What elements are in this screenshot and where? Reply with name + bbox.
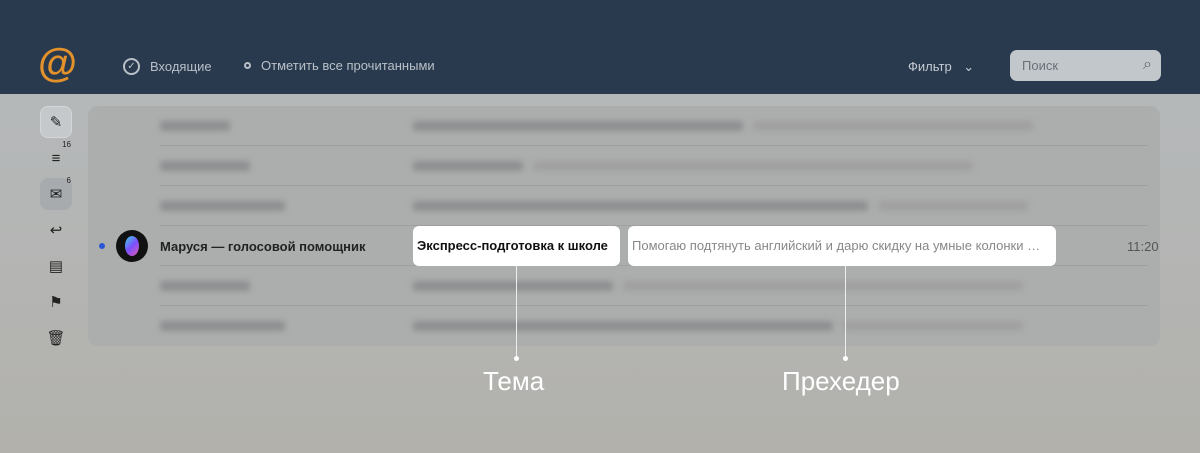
- sidebar-item-inbox[interactable]: ✉ 6: [40, 176, 72, 210]
- message-sender: Маруся — голосовой помощник: [160, 239, 366, 254]
- sidebar-item-trash[interactable]: 🗑: [40, 322, 72, 354]
- unread-dot-icon[interactable]: [99, 243, 105, 249]
- avatar: [116, 230, 148, 262]
- sidebar: ✎ ≡ 16 ✉ 6 ↩ ▤ ⚑ 🗑: [40, 106, 72, 358]
- list-item[interactable]: [88, 306, 1160, 346]
- search-input[interactable]: Поиск ⌕: [1010, 50, 1161, 81]
- spam-icon: ⚑: [49, 294, 63, 311]
- all-count-badge: 16: [62, 140, 71, 149]
- trash-icon: 🗑: [46, 330, 66, 347]
- sidebar-item-all[interactable]: ≡ 16: [40, 140, 72, 174]
- message-preheader[interactable]: Помогаю подтянуть английский и дарю скид…: [628, 226, 1056, 266]
- mail-logo-icon[interactable]: @: [38, 43, 77, 83]
- pencil-icon: ✎: [49, 114, 63, 131]
- subject-annotation: Тема: [483, 366, 545, 396]
- search-icon: ⌕: [1143, 56, 1152, 73]
- dot-icon: [244, 62, 251, 69]
- preheader-annotation: Прехедер: [782, 366, 900, 396]
- list-item[interactable]: [88, 106, 1160, 146]
- callout-dot: [514, 356, 519, 361]
- subject-callout-line: [516, 266, 517, 358]
- list-item[interactable]: [88, 266, 1160, 306]
- check-circle-icon: ✓: [123, 58, 140, 75]
- filter-dropdown[interactable]: Фильтр ⌄: [908, 59, 974, 75]
- sidebar-item-sent[interactable]: ↩: [40, 214, 72, 246]
- sidebar-item-drafts[interactable]: ▤: [40, 250, 72, 282]
- sidebar-item-spam[interactable]: ⚑: [40, 286, 72, 318]
- filter-label: Фильтр: [908, 59, 952, 74]
- message-subject[interactable]: Экспресс-подготовка к школе: [413, 226, 620, 266]
- inbox-label: Входящие: [150, 59, 212, 74]
- list-icon: ≡: [51, 149, 61, 167]
- top-bar: @ ✓ Входящие Отметить все прочитанными Фи…: [0, 0, 1200, 94]
- document-icon: ▤: [48, 258, 64, 275]
- chevron-down-icon: ⌄: [963, 59, 975, 74]
- reply-icon: ↩: [49, 222, 63, 239]
- compose-button[interactable]: ✎: [40, 106, 72, 138]
- callout-dot: [843, 356, 848, 361]
- preheader-callout-line: [845, 266, 846, 358]
- mark-all-read-button[interactable]: Отметить все прочитанными: [244, 58, 435, 73]
- inbox-select[interactable]: ✓ Входящие: [123, 58, 212, 75]
- mark-all-read-label: Отметить все прочитанными: [261, 58, 435, 73]
- inbox-count-badge: 6: [66, 176, 71, 185]
- list-item[interactable]: [88, 186, 1160, 226]
- message-time: 11:20: [1127, 239, 1159, 254]
- inbox-icon: ✉: [49, 186, 63, 203]
- search-placeholder: Поиск: [1022, 58, 1059, 73]
- list-item[interactable]: [88, 146, 1160, 186]
